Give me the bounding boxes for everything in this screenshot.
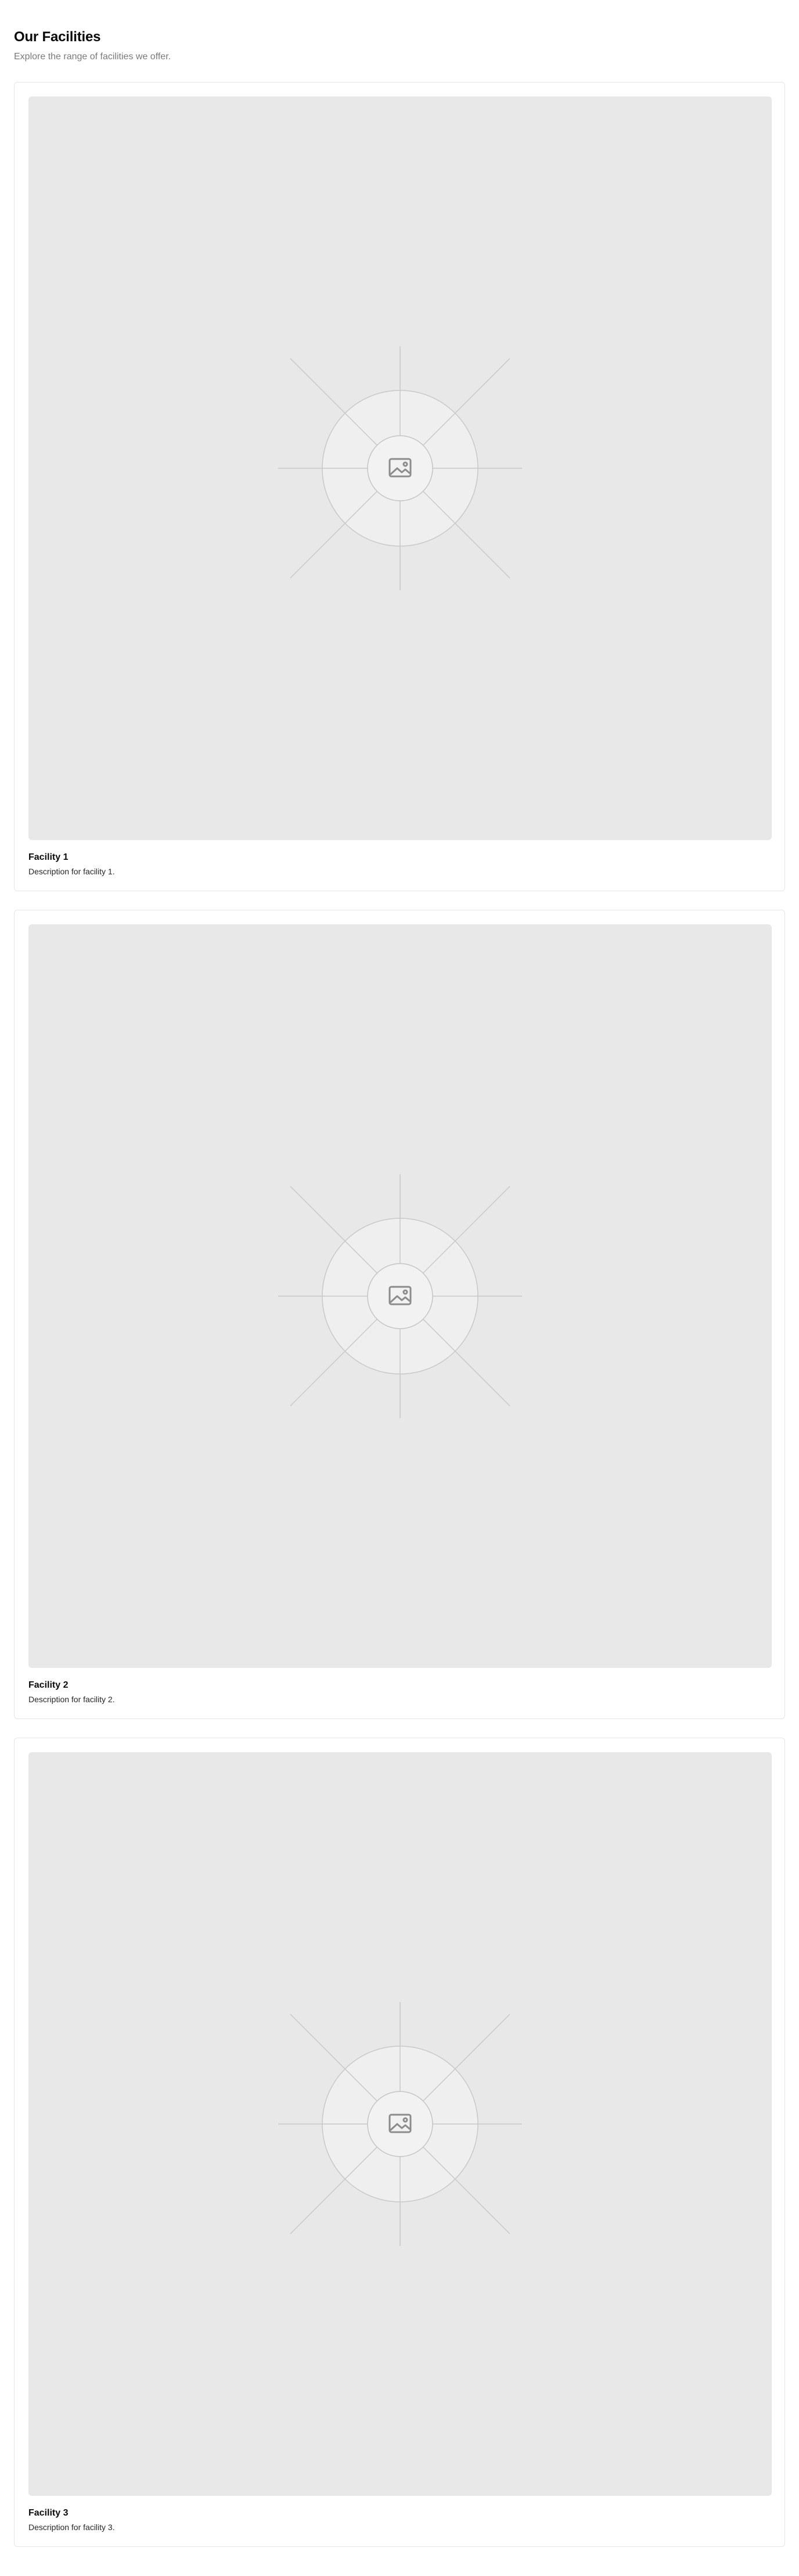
facilities-list: Facility 1 Description for facility 1. F… [14, 82, 785, 2566]
facility-image [28, 924, 772, 1668]
facility-card[interactable]: Facility 2 Description for facility 2. [14, 910, 785, 1719]
page-title: Our Facilities [14, 29, 101, 45]
facility-title: Facility 3 [28, 2508, 69, 2518]
facility-image [28, 1752, 772, 2496]
facility-title: Facility 2 [28, 1680, 69, 1690]
facility-card[interactable]: Facility 3 Description for facility 3. [14, 1738, 785, 2547]
page-subtitle: Explore the range of facilities we offer… [14, 52, 171, 62]
facility-card[interactable]: Facility 1 Description for facility 1. [14, 82, 785, 891]
facility-description: Description for facility 2. [28, 1695, 115, 1704]
facility-image [28, 96, 772, 840]
page-header: Our Facilities Explore the range of faci… [14, 28, 785, 64]
facility-title: Facility 1 [28, 852, 69, 862]
image-placeholder-icon [278, 346, 522, 590]
facility-description: Description for facility 3. [28, 2523, 115, 2532]
image-placeholder-icon [278, 2002, 522, 2246]
image-placeholder-icon [278, 1174, 522, 1418]
facility-description: Description for facility 1. [28, 867, 115, 876]
